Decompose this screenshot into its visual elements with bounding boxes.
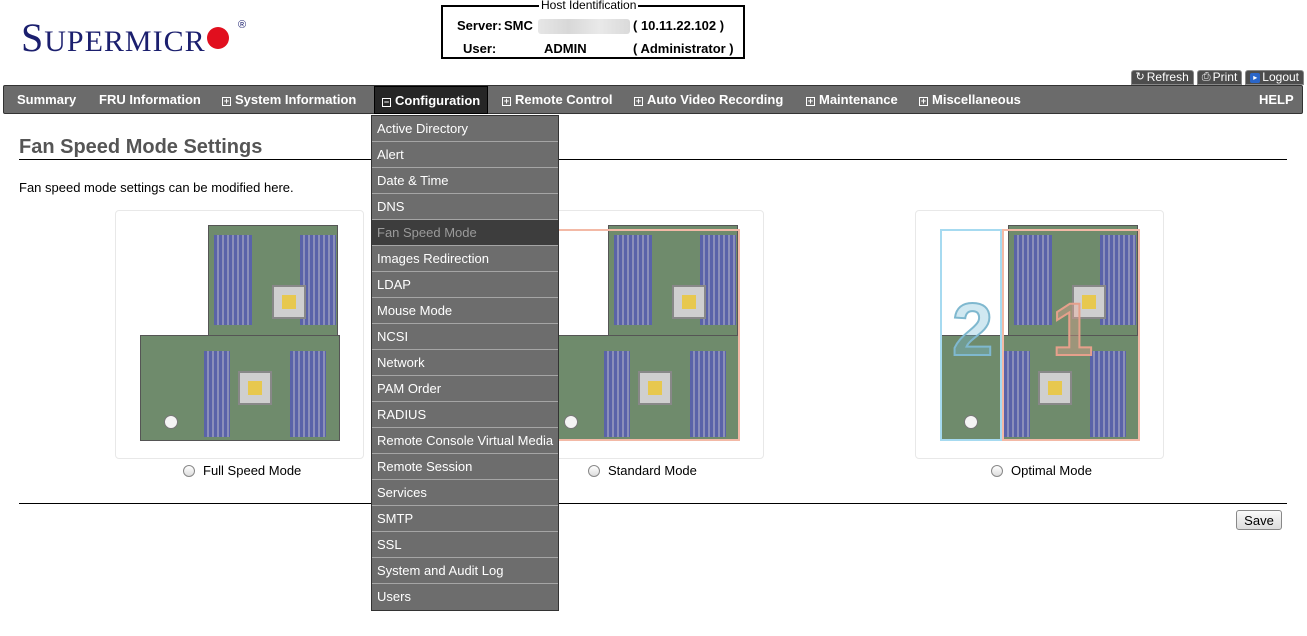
user-role: ( Administrator ) xyxy=(633,41,734,56)
user-name: ADMIN xyxy=(544,41,587,56)
menu-item-active-directory[interactable]: Active Directory xyxy=(372,116,558,142)
print-icon: ⎙ xyxy=(1201,71,1211,83)
print-button[interactable]: ⎙ Print xyxy=(1196,70,1243,85)
logout-button[interactable]: ▸ Logout xyxy=(1245,70,1304,85)
logo-red-dot xyxy=(206,27,229,49)
menu-item-images-redirection[interactable]: Images Redirection xyxy=(372,246,558,272)
nav-miscellaneous[interactable]: + Miscellaneous xyxy=(919,86,1021,113)
nav-configuration[interactable]: − Configuration xyxy=(374,86,489,114)
host-identification-box: Host Identification Server: SMC ( 10.11.… xyxy=(441,0,745,59)
title-divider xyxy=(19,159,1287,160)
optimal-mode-radio[interactable] xyxy=(991,464,1003,477)
menu-item-users[interactable]: Users xyxy=(372,584,558,610)
expand-icon: + xyxy=(919,96,928,106)
standard-mode-option[interactable]: Standard Mode xyxy=(588,463,697,478)
nav-remote-control[interactable]: + Remote Control xyxy=(502,86,613,113)
page-title: Fan Speed Mode Settings xyxy=(19,136,263,158)
main-navbar: Summary FRU Information + System Informat… xyxy=(3,85,1303,114)
menu-item-smtp[interactable]: SMTP xyxy=(372,506,558,532)
zone-1-label: 1 xyxy=(1051,287,1094,372)
top-button-bar: ↻ Refresh ⎙ Print ▸ Logout xyxy=(1130,70,1304,85)
menu-item-ncsi[interactable]: NCSI xyxy=(372,324,558,350)
menu-item-remote-console-virtual-media[interactable]: Remote Console Virtual Media xyxy=(372,428,558,454)
bmc-web-page: SUPERMICR ® Host Identification Server: … xyxy=(0,0,1307,636)
host-identification-legend: Host Identification xyxy=(539,0,639,12)
server-name-redacted xyxy=(538,19,630,34)
nav-system-information[interactable]: + System Information xyxy=(222,86,356,113)
refresh-button[interactable]: ↻ Refresh xyxy=(1130,70,1194,85)
nav-help[interactable]: HELP xyxy=(1259,86,1294,113)
user-label: User: xyxy=(463,41,497,56)
menu-item-dns[interactable]: DNS xyxy=(372,194,558,220)
configuration-dropdown-menu: Active Directory Alert Date & Time DNS F… xyxy=(371,115,559,611)
optimal-mode-panel[interactable]: 2 1 xyxy=(915,210,1164,459)
nav-fru-information[interactable]: FRU Information xyxy=(99,86,201,113)
supermicro-logo: SUPERMICR ® xyxy=(21,15,248,60)
optimal-mode-option[interactable]: Optimal Mode xyxy=(991,463,1092,478)
menu-item-network[interactable]: Network xyxy=(372,350,558,376)
server-ip: ( 10.11.22.102 ) xyxy=(633,18,725,33)
expand-icon: + xyxy=(634,96,643,106)
nav-maintenance[interactable]: + Maintenance xyxy=(806,86,898,113)
menu-item-radius[interactable]: RADIUS xyxy=(372,402,558,428)
refresh-icon: ↻ xyxy=(1135,71,1145,83)
zone-2-label: 2 xyxy=(951,287,994,372)
menu-item-fan-speed-mode[interactable]: Fan Speed Mode xyxy=(372,220,558,246)
menu-item-date-time[interactable]: Date & Time xyxy=(372,168,558,194)
menu-item-remote-session[interactable]: Remote Session xyxy=(372,454,558,480)
nav-auto-video-recording[interactable]: + Auto Video Recording xyxy=(634,86,783,113)
save-button[interactable]: Save xyxy=(1236,510,1282,530)
logout-icon: ▸ xyxy=(1250,72,1261,83)
expand-icon: + xyxy=(502,96,511,106)
standard-mode-radio[interactable] xyxy=(588,464,600,477)
menu-item-services[interactable]: Services xyxy=(372,480,558,506)
full-speed-mode-option[interactable]: Full Speed Mode xyxy=(183,463,301,478)
menu-item-alert[interactable]: Alert xyxy=(372,142,558,168)
expand-icon: + xyxy=(806,96,815,106)
menu-item-ldap[interactable]: LDAP xyxy=(372,272,558,298)
nav-summary[interactable]: Summary xyxy=(17,86,76,113)
expand-icon: + xyxy=(222,96,231,106)
fan-zone-outline xyxy=(538,229,740,441)
menu-item-pam-order[interactable]: PAM Order xyxy=(372,376,558,402)
server-name: SMC xyxy=(504,18,533,33)
menu-item-mouse-mode[interactable]: Mouse Mode xyxy=(372,298,558,324)
full-speed-mode-radio[interactable] xyxy=(183,464,195,477)
menu-item-system-and-audit-log[interactable]: System and Audit Log xyxy=(372,558,558,584)
collapse-icon: − xyxy=(382,97,391,107)
full-speed-mode-panel[interactable] xyxy=(115,210,364,459)
server-label: Server: xyxy=(457,18,502,33)
page-description: Fan speed mode settings can be modified … xyxy=(19,180,294,195)
bottom-divider xyxy=(19,503,1287,504)
menu-item-ssl[interactable]: SSL xyxy=(372,532,558,558)
